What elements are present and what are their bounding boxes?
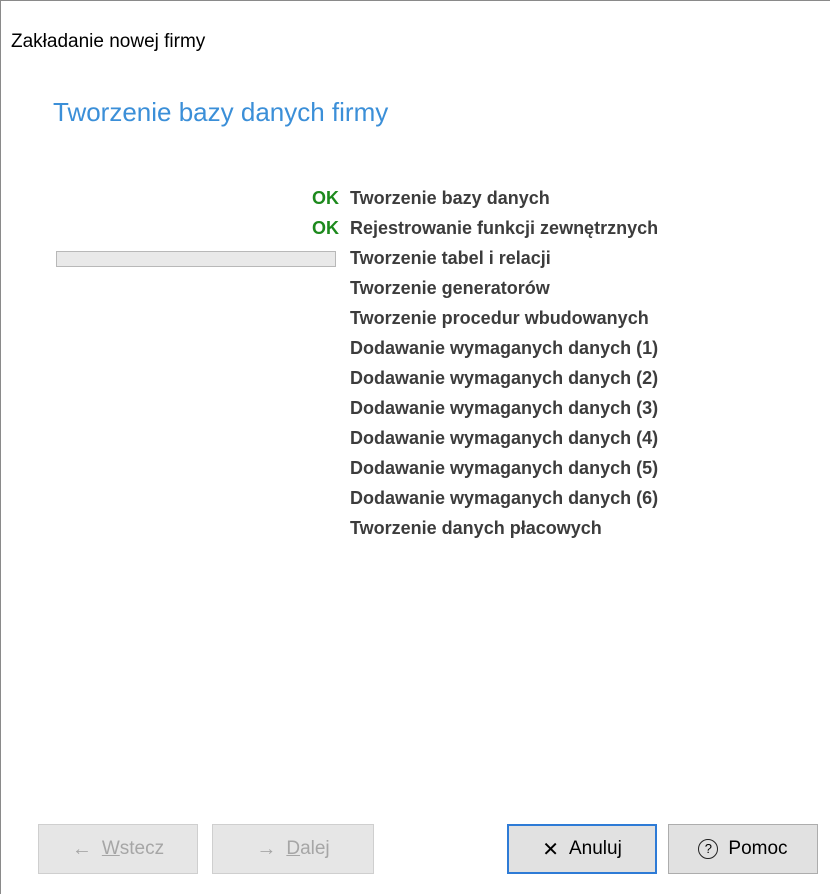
- step-label: Tworzenie tabel i relacji: [350, 248, 551, 268]
- back-label: Wstecz: [102, 838, 164, 860]
- step-list: OK Tworzenie bazy danych OK Rejestrowani…: [1, 185, 832, 545]
- help-icon: ?: [698, 839, 719, 859]
- step-item: Tworzenie generatorów: [1, 275, 832, 305]
- cancel-button[interactable]: ✕ Anuluj: [507, 824, 657, 874]
- step-label: Tworzenie generatorów: [350, 278, 550, 298]
- close-icon: ✕: [542, 838, 559, 861]
- back-button[interactable]: ← Wstecz: [38, 824, 198, 874]
- step-label: Rejestrowanie funkcji zewnętrznych: [350, 218, 659, 238]
- step-item: Dodawanie wymaganych danych (1): [1, 335, 832, 365]
- next-accel: D: [286, 838, 301, 859]
- step-label: Dodawanie wymaganych danych (3): [350, 398, 659, 418]
- step-item: Dodawanie wymaganych danych (4): [1, 425, 832, 455]
- arrow-right-icon: →: [256, 837, 277, 860]
- step-item: Dodawanie wymaganych danych (2): [1, 365, 832, 395]
- step-item: Dodawanie wymaganych danych (6): [1, 485, 832, 515]
- step-item: OK Tworzenie bazy danych: [1, 185, 832, 215]
- back-rest: stecz: [119, 838, 165, 859]
- step-item: Tworzenie tabel i relacji: [1, 245, 832, 275]
- step-item: OK Rejestrowanie funkcji zewnętrznych: [1, 215, 832, 245]
- cancel-label: Anuluj: [568, 838, 622, 859]
- step-item: Dodawanie wymaganych danych (3): [1, 395, 832, 425]
- window-title: Zakładanie nowej firmy: [11, 31, 206, 52]
- step-label: Dodawanie wymaganych danych (1): [350, 338, 659, 358]
- help-label: Pomoc: [728, 838, 788, 859]
- next-button[interactable]: → Dalej: [212, 824, 374, 874]
- progress-bar: [56, 251, 336, 267]
- step-status: OK: [312, 218, 339, 238]
- page-heading: Tworzenie bazy danych firmy: [53, 97, 389, 127]
- step-item: Tworzenie danych płacowych: [1, 515, 832, 545]
- step-item: Dodawanie wymaganych danych (5): [1, 455, 832, 485]
- step-label: Tworzenie danych płacowych: [350, 518, 602, 538]
- next-label: Dalej: [286, 838, 329, 860]
- next-rest: alej: [300, 838, 330, 859]
- back-accel: W: [101, 838, 120, 859]
- help-button[interactable]: ? Pomoc: [668, 824, 818, 874]
- arrow-left-icon: ←: [71, 837, 92, 860]
- step-status: OK: [312, 188, 339, 208]
- step-label: Dodawanie wymaganych danych (2): [350, 368, 659, 388]
- step-item: Tworzenie procedur wbudowanych: [1, 305, 832, 335]
- step-label: Dodawanie wymaganych danych (4): [350, 428, 659, 448]
- step-label: Tworzenie bazy danych: [350, 188, 550, 208]
- step-label: Dodawanie wymaganych danych (5): [350, 458, 659, 478]
- step-label: Dodawanie wymaganych danych (6): [350, 488, 659, 508]
- wizard-window: Zakładanie nowej firmy Tworzenie bazy da…: [0, 0, 830, 894]
- step-label: Tworzenie procedur wbudowanych: [350, 308, 649, 328]
